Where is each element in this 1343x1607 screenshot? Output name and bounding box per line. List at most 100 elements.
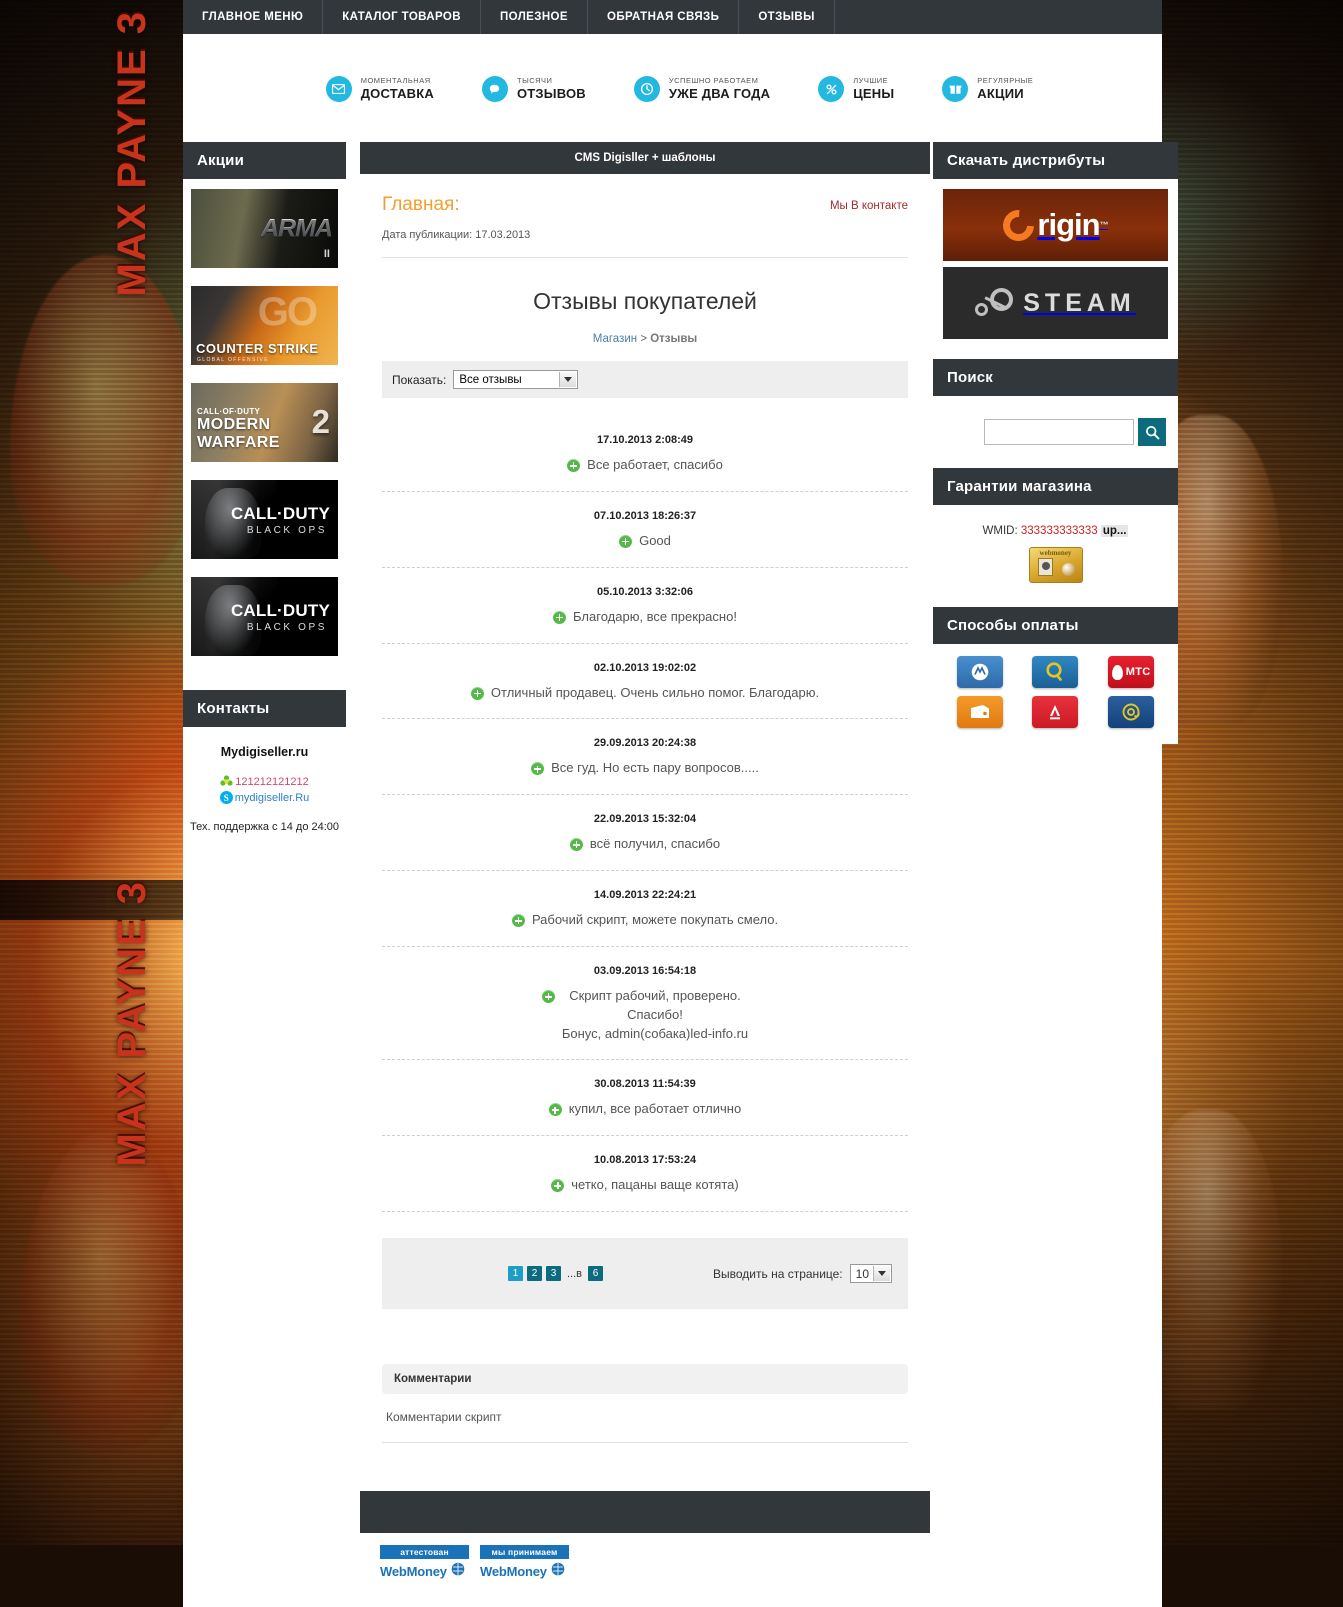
nav-item-main-menu[interactable]: ГЛАВНОЕ МЕНЮ xyxy=(183,0,323,34)
page-link-last[interactable]: 6 xyxy=(588,1266,603,1281)
review-text: Благодарю, все прекрасно! xyxy=(573,608,737,627)
review-item: 29.09.2013 20:24:38 Все гуд. Но есть пар… xyxy=(382,719,908,795)
review-text: Рабочий скрипт, можете покупать смело. xyxy=(532,911,778,930)
counter-strike-go-banner[interactable]: GO COUNTER STRIKE GLOBAL OFFENSIVE xyxy=(191,286,338,365)
mts-label: МТС xyxy=(1126,666,1151,678)
review-date: 02.10.2013 19:02:02 xyxy=(382,662,908,674)
black-ops-2-line2: BLACK OPS xyxy=(247,622,327,633)
positive-rating-icon xyxy=(549,1103,562,1116)
per-page-label: Выводить на странице: xyxy=(713,1267,843,1281)
sidebar-right: Скачать дистрибуты rigin ™ xyxy=(933,142,1178,744)
positive-rating-icon xyxy=(471,687,484,700)
mw2-number: 2 xyxy=(312,405,330,438)
positive-rating-icon xyxy=(619,535,632,548)
alfa-bank-pay-icon[interactable] xyxy=(1032,696,1078,728)
mts-pay-icon[interactable]: МТС xyxy=(1108,656,1154,688)
cs-go-title: COUNTER STRIKE xyxy=(196,341,319,356)
page-link-3[interactable]: 3 xyxy=(546,1266,561,1281)
feature-experience-small: УСПЕШНО РАБОТАЕМ xyxy=(669,77,770,85)
contacts-support-hours: Тех. поддержка с 14 до 24:00 xyxy=(189,820,340,835)
nav-item-feedback[interactable]: ОБРАТНАЯ СВЯЗЬ xyxy=(588,0,739,34)
review-text: Скрипт рабочий, проверено. Спасибо! Бону… xyxy=(562,987,748,1044)
breadcrumb: Магазин > Отзывы xyxy=(382,333,908,345)
black-ops-1-line2: BLACK OPS xyxy=(247,525,327,536)
chevron-down-icon xyxy=(873,1266,890,1281)
page-link-2[interactable]: 2 xyxy=(527,1266,542,1281)
page-link-1[interactable]: 1 xyxy=(508,1266,523,1281)
contacts-skype-id: mydigiseller.Ru xyxy=(235,792,310,804)
review-date: 05.10.2013 3:32:06 xyxy=(382,586,908,598)
reviews-filter-select[interactable]: Все отзывы xyxy=(453,370,578,389)
nav-filler xyxy=(835,0,1162,34)
page-title: Отзывы покупателей xyxy=(382,288,908,315)
vk-link[interactable]: Мы В контакте xyxy=(830,200,908,212)
positive-rating-icon xyxy=(531,762,544,775)
mail-money-pay-icon[interactable] xyxy=(1108,696,1154,728)
webmoney-accepted-badge[interactable]: мы принимаем WebMoney xyxy=(480,1545,569,1581)
icq-flower-icon xyxy=(220,775,233,788)
reviews-filter-value: Все отзывы xyxy=(459,374,521,386)
payments-block-body: МТС xyxy=(933,644,1178,744)
per-page-value: 10 xyxy=(856,1267,869,1281)
black-ops-banner-2[interactable]: CALL·DUTY BLACK OPS xyxy=(191,577,338,656)
wmid-row: WMID: 333333333333 up... xyxy=(943,515,1168,545)
origin-download-banner[interactable]: rigin ™ xyxy=(943,189,1168,261)
review-date: 14.09.2013 22:24:21 xyxy=(382,889,908,901)
review-date: 30.08.2013 11:54:39 xyxy=(382,1078,908,1090)
qiwi-pay-icon[interactable] xyxy=(1032,656,1078,688)
steam-download-banner[interactable]: STEAM xyxy=(943,267,1168,339)
breadcrumb-shop[interactable]: Магазин xyxy=(593,333,637,345)
review-item: 03.09.2013 16:54:18 Скрипт рабочий, пров… xyxy=(382,947,908,1061)
yandex-money-pay-icon[interactable] xyxy=(957,696,1003,728)
payments-block-title: Способы оплаты xyxy=(933,607,1178,644)
review-text: четко, пацаны ваще котята) xyxy=(571,1176,738,1195)
footer-badges: аттестован WebMoney мы принимаем WebMone… xyxy=(360,1533,930,1607)
review-date: 10.08.2013 17:53:24 xyxy=(382,1154,908,1166)
feature-experience: УСПЕШНО РАБОТАЕМ УЖЕ ДВА ГОДА xyxy=(634,76,770,102)
feature-prices: ЛУЧШИЕ ЦЕНЫ xyxy=(818,76,894,102)
webmoney-attested-badge[interactable]: аттестован WebMoney xyxy=(380,1545,469,1581)
breadcrumb-separator: > xyxy=(640,333,647,345)
origin-trademark: ™ xyxy=(1100,220,1108,230)
feature-experience-big: УЖЕ ДВА ГОДА xyxy=(669,87,770,101)
search-block-title: Поиск xyxy=(933,359,1178,396)
search-icon xyxy=(1145,425,1160,440)
skype-icon: S xyxy=(220,791,233,804)
comments-body: Комментарии скрипт xyxy=(382,1394,908,1443)
sidebar-left: Акции ARMA II GO COUNTER STRIKE GLOBAL O… xyxy=(183,142,346,857)
clock-icon xyxy=(634,76,660,102)
footer-bar xyxy=(360,1491,930,1533)
webmoney-pay-icon[interactable] xyxy=(957,656,1003,688)
black-ops-banner-1[interactable]: CALL·DUTY BLACK OPS xyxy=(191,480,338,559)
mw2-line1: CALL·OF·DUTY xyxy=(197,407,260,416)
search-input[interactable] xyxy=(984,419,1134,445)
origin-logo: rigin ™ xyxy=(1003,207,1107,243)
gift-icon xyxy=(942,76,968,102)
modern-warfare-2-banner[interactable]: CALL·OF·DUTY MODERN WARFARE 2 xyxy=(191,383,338,462)
review-item: 14.09.2013 22:24:21 Рабочий скрипт, може… xyxy=(382,871,908,947)
review-date: 17.10.2013 2:08:49 xyxy=(382,434,908,446)
nav-item-catalog[interactable]: КАТАЛОГ ТОВАРОВ xyxy=(323,0,481,34)
nav-item-useful[interactable]: ПОЛЕЗНОЕ xyxy=(481,0,588,34)
positive-rating-icon xyxy=(567,459,580,472)
feature-prices-small: ЛУЧШИЕ xyxy=(853,77,894,85)
nav-item-reviews[interactable]: ОТЗЫВЫ xyxy=(739,0,834,34)
review-item: 02.10.2013 19:02:02 Отличный продавец. О… xyxy=(382,644,908,720)
article-body: Главная: Мы В контакте Дата публикации: … xyxy=(360,174,930,1309)
contacts-icq-row[interactable]: 121212121212 xyxy=(189,775,340,788)
webmoney-attested-name: WebMoney xyxy=(380,1564,447,1579)
arma-2-banner-sub: II xyxy=(324,248,330,260)
header-divider xyxy=(382,257,908,258)
publication-date: Дата публикации: 17.03.2013 xyxy=(382,229,908,241)
arma-2-banner[interactable]: ARMA II xyxy=(191,189,338,268)
review-text: всё получил, спасибо xyxy=(590,835,720,854)
positive-rating-icon xyxy=(512,914,525,927)
webmoney-passport-icon[interactable]: webmoney xyxy=(1029,547,1083,583)
main-content: CMS Digisller + шаблоны Главная: Мы В ко… xyxy=(360,142,930,1607)
search-button[interactable] xyxy=(1138,418,1166,446)
per-page-select[interactable]: 10 xyxy=(850,1264,892,1283)
feature-promos: РЕГУЛЯРНЫЕ АКЦИИ xyxy=(942,76,1033,102)
review-item: 22.09.2013 15:32:04 всё получил, спасибо xyxy=(382,795,908,871)
contacts-skype-row[interactable]: S mydigiseller.Ru xyxy=(189,791,340,804)
page-container: ГЛАВНОЕ МЕНЮ КАТАЛОГ ТОВАРОВ ПОЛЕЗНОЕ ОБ… xyxy=(183,0,1162,1607)
